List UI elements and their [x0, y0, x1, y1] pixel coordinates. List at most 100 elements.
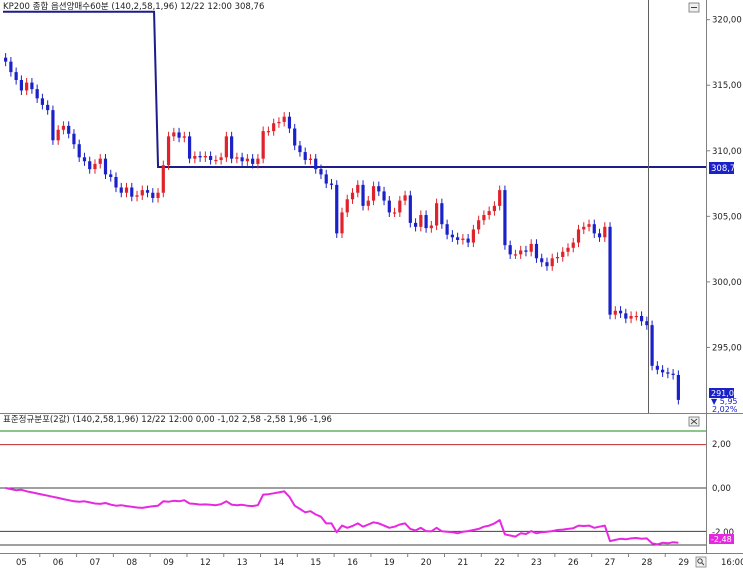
date-tick-label: 22	[494, 558, 505, 568]
candle-down	[650, 325, 654, 366]
candle-down	[9, 61, 13, 73]
y-tick-label: 310,00	[712, 147, 742, 157]
candle-down	[177, 132, 181, 138]
candle-up	[403, 195, 407, 201]
candle-down	[209, 156, 213, 160]
candle-up	[203, 156, 207, 158]
date-tick-label: 08	[126, 558, 137, 568]
candle-up	[261, 131, 265, 159]
candle-up	[61, 125, 66, 130]
candle-up	[634, 315, 638, 318]
zoom-button[interactable]	[695, 556, 707, 568]
candle-down	[40, 98, 45, 105]
candle-up	[482, 215, 486, 221]
candle-down	[597, 233, 602, 238]
candle-down	[119, 187, 123, 193]
candle-up	[235, 157, 239, 159]
main-header: KP200 종합 옵션양매수60분 (140,2,58,1,96) 12/22 …	[3, 1, 264, 12]
candle-up	[277, 121, 281, 124]
candle-up	[492, 205, 497, 212]
y-tick-label: 320,00	[712, 16, 742, 26]
candle-up	[272, 123, 276, 132]
date-tick-label: 19	[384, 558, 395, 568]
candle-up	[350, 192, 355, 200]
date-tick-label: 29	[678, 558, 689, 568]
zoom-controls	[695, 556, 707, 568]
candle-down	[377, 186, 381, 192]
candle-down	[534, 243, 539, 259]
candle-down	[545, 262, 549, 267]
candle-down	[624, 313, 628, 319]
date-tick-label: 06	[53, 558, 64, 568]
candle-down	[4, 57, 8, 62]
candle-down	[671, 373, 675, 375]
date-tick-label: 14	[274, 558, 285, 568]
date-tick-label: 13	[237, 558, 248, 568]
candle-down	[324, 174, 328, 184]
candle-down	[408, 195, 412, 223]
date-tick-label: 21	[457, 558, 468, 568]
candle-down	[608, 226, 612, 315]
candle-up	[587, 224, 591, 227]
time-axis-end-label: 16:00	[721, 558, 743, 568]
candle-up	[140, 190, 144, 196]
candle-down	[456, 237, 460, 240]
y-tick-label: 300,00	[712, 278, 742, 288]
candle-down	[503, 190, 507, 246]
candle-down	[676, 374, 680, 400]
candle-up	[392, 212, 397, 214]
candle-up	[224, 136, 228, 158]
candle-down	[329, 183, 334, 185]
candle-up	[629, 315, 633, 319]
candle-up	[135, 195, 139, 197]
date-axis[interactable]: 05 06 07 08 09 12 13 14 15 16 19 20 21 22 23 26 27 28 29	[16, 553, 689, 568]
candle-down	[130, 187, 134, 197]
candle-down	[109, 174, 113, 177]
candle-down	[645, 321, 649, 326]
candle-down	[639, 315, 644, 322]
candle-down	[361, 184, 365, 206]
candle-up	[613, 310, 617, 315]
candle-down	[14, 72, 18, 80]
candle-down	[666, 372, 670, 374]
main-panel-bg	[0, 0, 743, 413]
candle-up	[398, 200, 402, 213]
candle-up	[166, 136, 171, 166]
candle-down	[440, 203, 444, 225]
candle-up	[603, 226, 607, 238]
candle-down	[335, 184, 339, 234]
candle-up	[161, 165, 165, 193]
candle-up	[471, 229, 475, 243]
candle-down	[287, 116, 292, 129]
candle-up	[25, 82, 29, 91]
candle-up	[429, 225, 433, 229]
candle-down	[46, 104, 50, 111]
candle-down	[445, 224, 449, 235]
candle-down	[540, 258, 544, 263]
candle-down	[251, 158, 255, 164]
candle-up	[519, 250, 523, 255]
candle-up	[366, 200, 370, 206]
candle-up	[419, 215, 423, 227]
candle-up	[371, 186, 376, 201]
candle-down	[198, 156, 202, 158]
candle-down	[314, 158, 318, 170]
candle-down	[51, 110, 55, 141]
change-pct: 2,02%	[712, 405, 738, 414]
candle-up	[98, 158, 102, 164]
candle-down	[387, 200, 391, 213]
y-tick-label: 295,00	[712, 343, 742, 353]
candle-up	[156, 192, 160, 198]
candle-up	[582, 226, 586, 230]
date-tick-label: 27	[605, 558, 616, 568]
candle-down	[240, 157, 244, 162]
chart-window: 295,00 300,00 305,00 310,00 315,00 320,00 2,0…	[0, 0, 743, 568]
candle-down	[72, 133, 76, 145]
candle-up	[566, 247, 570, 252]
price-badge: 308,76	[711, 164, 741, 174]
y-tick-label: 315,00	[712, 81, 742, 91]
candle-up	[172, 132, 176, 137]
candle-up	[245, 158, 249, 162]
indicator-header: 표준정규분포(2값) (140,2,58,1,96) 12/22 12:00 0…	[3, 414, 332, 425]
candle-up	[513, 254, 518, 256]
